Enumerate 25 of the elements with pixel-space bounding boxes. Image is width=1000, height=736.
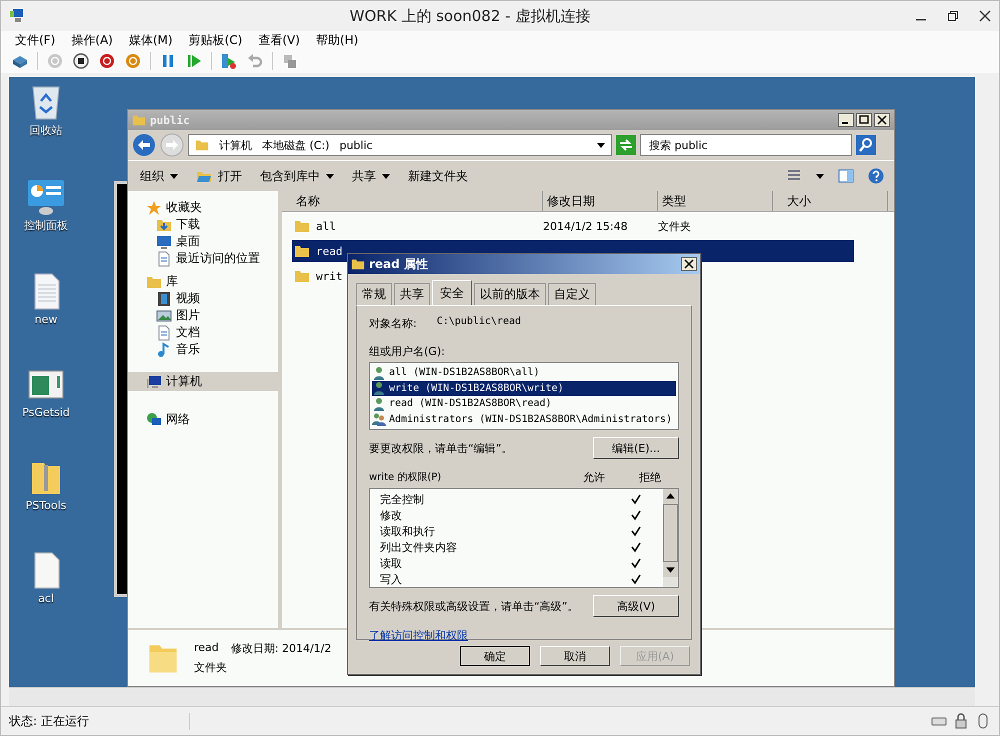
item-type: 文件夹 bbox=[194, 660, 228, 675]
file-name: writ bbox=[316, 270, 342, 282]
object-path: C:\public\read bbox=[436, 316, 522, 329]
hint-text: 要更改权限，请单击“编辑”。 bbox=[369, 440, 512, 456]
permission-name: 读取 bbox=[380, 556, 403, 570]
hint-text: 有关特殊权限或高级设置，请单击“高级”。 bbox=[369, 598, 579, 614]
file-type: 文件夹 bbox=[658, 220, 691, 232]
file-date: 2014/1/2 15:48 bbox=[543, 220, 628, 232]
permission-name: 写入 bbox=[380, 572, 403, 586]
permission-name: 列出文件夹内容 bbox=[380, 540, 458, 554]
file-name: all bbox=[316, 220, 336, 232]
item-name: read bbox=[194, 641, 219, 656]
permission-name: 修改 bbox=[380, 508, 403, 522]
column-header: 拒绝 bbox=[639, 470, 662, 485]
item-date: 修改日期: 2014/1/2 bbox=[230, 641, 332, 656]
field-label: 组或用户名(G): bbox=[369, 344, 446, 359]
file-name: read bbox=[316, 244, 342, 258]
window-title: public bbox=[150, 114, 191, 126]
permission-name: 读取和执行 bbox=[380, 524, 436, 538]
column-header: 允许 bbox=[583, 470, 606, 485]
field-label: 对象名称: bbox=[369, 316, 417, 331]
permission-name: 完全控制 bbox=[380, 492, 425, 506]
window-title: WORK 上的 soon082 - 虚拟机连接 bbox=[348, 6, 592, 26]
status-text: 状态: 正在运行 bbox=[9, 712, 190, 730]
field-label: write 的权限(P) bbox=[369, 470, 442, 485]
